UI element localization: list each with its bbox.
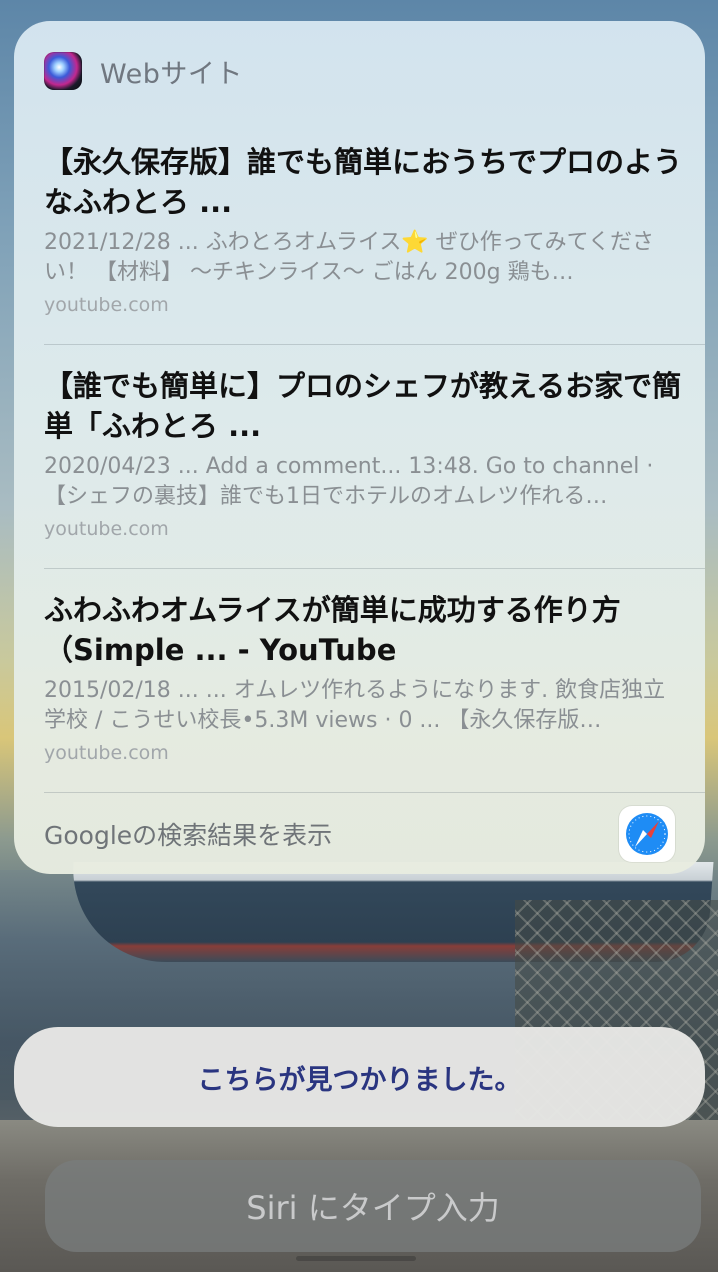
divider <box>44 792 705 793</box>
home-indicator <box>296 1256 416 1261</box>
result-item[interactable]: 【永久保存版】誰でも簡単におうちでプロのようなふわとろ ... 2021/12/… <box>44 142 705 316</box>
result-source: youtube.com <box>44 742 169 764</box>
google-results-row[interactable]: Googleの検索結果を表示 <box>44 801 675 867</box>
result-title[interactable]: 【永久保存版】誰でも簡単におうちでプロのようなふわとろ ... <box>44 142 705 222</box>
siri-response-bubble: こちらが見つかりました。 <box>14 1027 705 1127</box>
safari-icon[interactable] <box>619 806 675 862</box>
section-title: Webサイト <box>100 58 243 90</box>
siri-response-text: こちらが見つかりました。 <box>197 1064 522 1096</box>
result-snippet: 2015/02/18 ... ... オムレツ作れるようになります. 飲食店独立… <box>44 678 666 733</box>
compass-icon <box>626 813 668 855</box>
result-item[interactable]: 【誰でも簡単に】プロのシェフが教えるお家で簡単「ふわとろ ... 2020/04… <box>44 366 705 540</box>
siri-results-card: Webサイト 【永久保存版】誰でも簡単におうちでプロのようなふわとろ ... 2… <box>14 21 705 874</box>
divider <box>44 568 705 569</box>
result-snippet: 2021/12/28 ... ふわとろオムライス⭐️ ぜひ作ってみてください！ … <box>44 230 654 285</box>
divider <box>44 344 705 345</box>
type-to-siri-label: Siri にタイプ入力 <box>246 1189 500 1227</box>
card-header: Webサイト <box>44 51 243 91</box>
google-results-link[interactable]: Googleの検索結果を表示 <box>44 816 332 852</box>
type-to-siri-button[interactable]: Siri にタイプ入力 <box>45 1160 701 1252</box>
siri-icon <box>44 52 82 90</box>
result-title[interactable]: ふわふわオムライスが簡単に成功する作り方（Simple ... - YouTub… <box>44 590 705 670</box>
result-source: youtube.com <box>44 518 169 540</box>
result-title[interactable]: 【誰でも簡単に】プロのシェフが教えるお家で簡単「ふわとろ ... <box>44 366 705 446</box>
result-source: youtube.com <box>44 294 169 316</box>
result-item[interactable]: ふわふわオムライスが簡単に成功する作り方（Simple ... - YouTub… <box>44 590 705 764</box>
result-snippet: 2020/04/23 ... Add a comment... 13:48. G… <box>44 454 654 509</box>
